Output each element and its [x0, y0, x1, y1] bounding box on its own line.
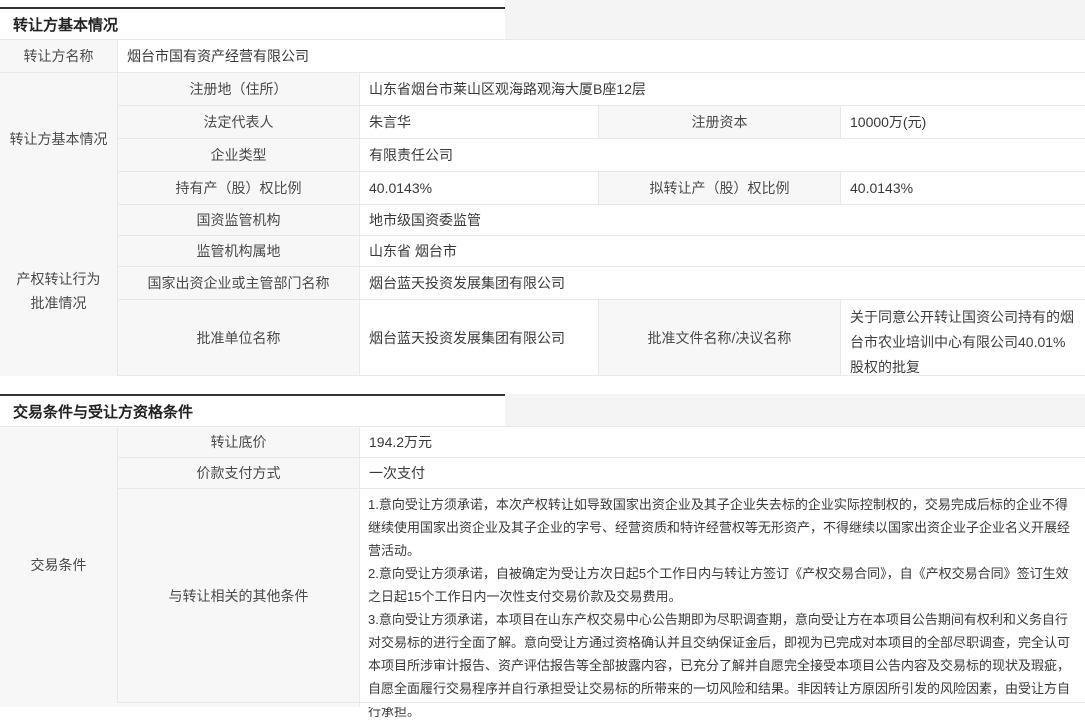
row-value-2: 40.0143% — [841, 172, 1085, 204]
section-title-text: 交易条件与受让方资格条件 — [13, 401, 193, 422]
row-label: 监管机构属地 — [118, 236, 360, 266]
table-row: 注册地（住所） 山东省烟台市莱山区观海路观海大厦B座12层 — [118, 73, 1085, 106]
property-transfer-detail-page: 转让方基本情况 转让方名称 烟台市国有资产经营有限公司 转让方基本情况 注册地（… — [0, 0, 1085, 708]
group-rows: 转让底价 194.2万元 价款支付方式 一次支付 与转让相关的其他条件 1.意向… — [118, 427, 1085, 703]
table-row: 国家出资企业或主管部门名称 烟台蓝天投资发展集团有限公司 — [118, 267, 1085, 300]
group-label: 转让方基本情况 — [0, 73, 118, 205]
row-label: 价款支付方式 — [118, 458, 360, 488]
group-label-text: 产权转让行为批准情况 — [15, 267, 103, 315]
table-row: 法定代表人 朱言华 注册资本 10000万(元) — [118, 106, 1085, 139]
row-label-2: 批准文件名称/决议名称 — [599, 300, 841, 375]
row-label: 持有产（股）权比例 — [118, 172, 360, 204]
table-row: 国资监管机构 地市级国资委监管 — [118, 205, 1085, 236]
next-row-sliver — [0, 703, 1085, 707]
section-header-conditions: 交易条件与受让方资格条件 — [0, 394, 1085, 427]
section-header-filler — [505, 0, 1085, 39]
table-row: 企业类型 有限责任公司 — [118, 139, 1085, 172]
row-value-2: 10000万(元) — [841, 106, 1085, 138]
row-label-2: 拟转让产（股）权比例 — [599, 172, 841, 204]
row-label-2: 注册资本 — [599, 106, 841, 138]
section-title-transferor: 转让方基本情况 — [0, 7, 505, 39]
row-value: 烟台市国有资产经营有限公司 — [118, 40, 1085, 72]
table-row: 价款支付方式 一次支付 — [118, 458, 1085, 489]
group-label: 产权转让行为批准情况 — [0, 205, 118, 376]
row-value: 有限责任公司 — [360, 139, 1085, 171]
row-value: 40.0143% — [360, 172, 599, 204]
row-value-2: 关于同意公开转让国资公司持有的烟台市农业培训中心有限公司40.01%股权的批复 — [841, 300, 1085, 375]
section-title-text: 转让方基本情况 — [13, 14, 118, 35]
section-header-filler — [505, 394, 1085, 426]
row-value: 一次支付 — [360, 458, 1085, 488]
row-label: 与转让相关的其他条件 — [118, 489, 360, 702]
group-transferor-basic: 转让方基本情况 注册地（住所） 山东省烟台市莱山区观海路观海大厦B座12层 法定… — [0, 73, 1085, 205]
group-rows: 国资监管机构 地市级国资委监管 监管机构属地 山东省 烟台市 国家出资企业或主管… — [118, 205, 1085, 376]
row-label: 转让底价 — [118, 427, 360, 457]
table-row: 转让底价 194.2万元 — [118, 427, 1085, 458]
row-label: 国资监管机构 — [118, 205, 360, 235]
row-value: 地市级国资委监管 — [360, 205, 1085, 235]
table-row: 批准单位名称 烟台蓝天投资发展集团有限公司 批准文件名称/决议名称 关于同意公开… — [118, 300, 1085, 376]
section-gap — [0, 376, 1085, 394]
table-row: 与转让相关的其他条件 1.意向受让方须承诺，本次产权转让如导致国家出资企业及其子… — [118, 489, 1085, 703]
row-label: 法定代表人 — [118, 106, 360, 138]
section-header-transferor: 转让方基本情况 — [0, 0, 1085, 40]
group-approval: 产权转让行为批准情况 国资监管机构 地市级国资委监管 监管机构属地 山东省 烟台… — [0, 205, 1085, 376]
row-value: 烟台蓝天投资发展集团有限公司 — [360, 300, 599, 375]
section-title-conditions: 交易条件与受让方资格条件 — [0, 394, 505, 426]
row-value: 山东省烟台市莱山区观海路观海大厦B座12层 — [360, 73, 1085, 105]
row-value: 烟台蓝天投资发展集团有限公司 — [360, 267, 1085, 299]
row-label: 国家出资企业或主管部门名称 — [118, 267, 360, 299]
row-label: 转让方名称 — [0, 40, 118, 72]
group-trade-conditions: 交易条件 转让底价 194.2万元 价款支付方式 一次支付 与转让相关的其他条件… — [0, 427, 1085, 703]
row-value: 山东省 烟台市 — [360, 236, 1085, 266]
table-row: 监管机构属地 山东省 烟台市 — [118, 236, 1085, 267]
row-label: 企业类型 — [118, 139, 360, 171]
row-label: 批准单位名称 — [118, 300, 360, 375]
table-row: 转让方名称 烟台市国有资产经营有限公司 — [0, 40, 1085, 73]
row-value: 朱言华 — [360, 106, 599, 138]
table-row: 持有产（股）权比例 40.0143% 拟转让产（股）权比例 40.0143% — [118, 172, 1085, 205]
row-label: 注册地（住所） — [118, 73, 360, 105]
group-rows: 注册地（住所） 山东省烟台市莱山区观海路观海大厦B座12层 法定代表人 朱言华 … — [118, 73, 1085, 205]
group-label: 交易条件 — [0, 427, 118, 703]
row-value-long: 1.意向受让方须承诺，本次产权转让如导致国家出资企业及其子企业失去标的企业实际控… — [360, 489, 1085, 702]
row-value: 194.2万元 — [360, 427, 1085, 457]
